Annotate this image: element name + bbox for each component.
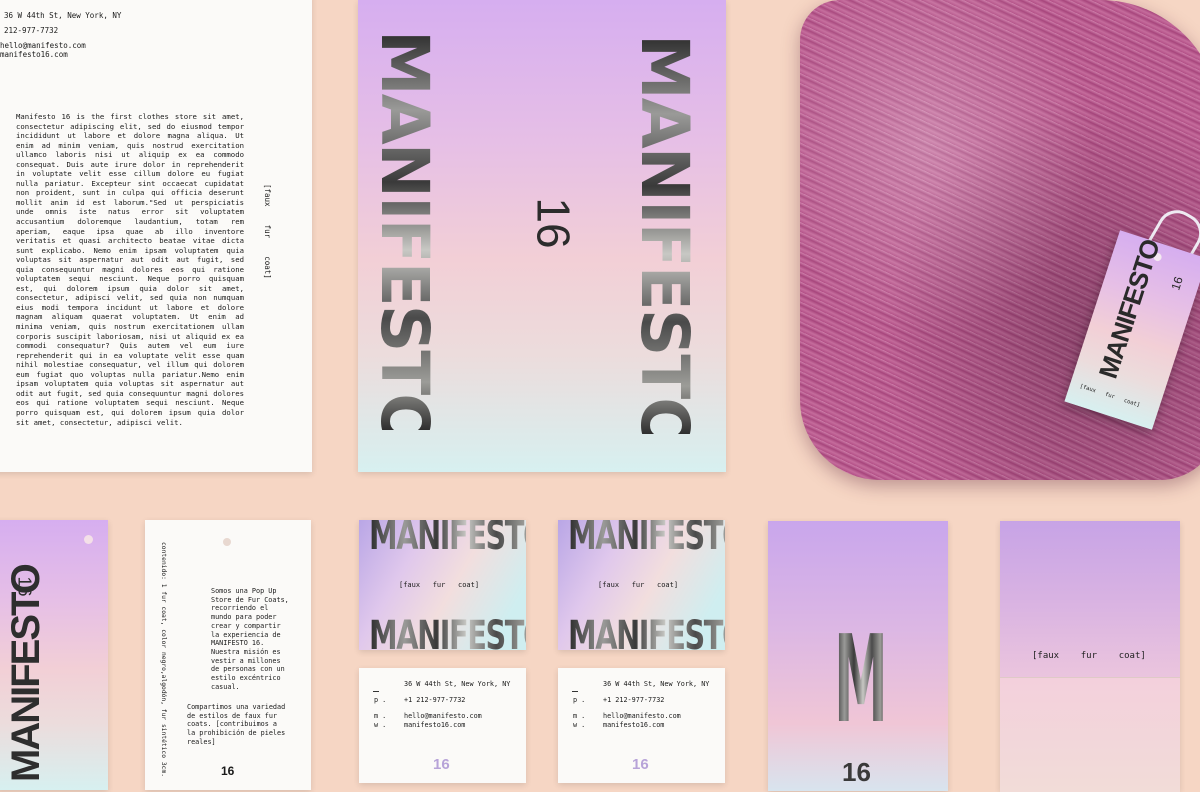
hangtag-tagline: [faux fur coat]: [1078, 383, 1141, 409]
vertical-tag: MANIFESTO 16: [0, 520, 108, 790]
letterhead: 36 W 44th St, New York, NY 212-977-7732 …: [0, 0, 312, 472]
folder: [faux fur coat]: [1000, 521, 1180, 792]
letterhead-address: 36 W 44th St, New York, NY: [4, 11, 122, 20]
poster-wordmark-left: MANIFESTO: [366, 30, 443, 448]
back-tag-paragraph-1: Somos una Pop Up Store de Fur Coats, rec…: [211, 587, 289, 691]
card-front-1-wordmark-bottom: MANIFESTO: [369, 614, 526, 650]
card-back-1-number: 16: [433, 756, 450, 773]
card-front-1-tagline: [faux fur coat]: [399, 581, 480, 589]
card-back-2-address: 36 W 44th St, New York, NY: [603, 680, 710, 688]
card-front-2-tagline: [faux fur coat]: [598, 581, 679, 589]
card-back-1-w-label: w .: [374, 721, 387, 729]
card-back-1-dash: [373, 691, 379, 692]
card-back-2-number: 16: [632, 756, 649, 773]
card-back-1-web: manifesto16.com: [404, 721, 466, 729]
vertical-tag-number: 16: [14, 576, 35, 597]
card-front-2-wordmark-top: MANIFESTO: [568, 520, 725, 558]
card-back-2-p-label: p .: [573, 696, 586, 704]
tall-card-letter: M: [834, 611, 888, 750]
tall-card-number: 16: [842, 757, 871, 787]
tall-card: M 16: [768, 521, 948, 791]
poster-number: 16: [527, 197, 580, 249]
card-back-2-email: hello@manifesto.com: [603, 712, 681, 720]
vertical-tag-wordmark: MANIFESTO: [4, 565, 48, 782]
poster-wordmark-right: MANIFESTO: [626, 34, 703, 452]
folder-tagline: [faux fur coat]: [1032, 651, 1146, 661]
card-front-1: MANIFESTO [faux fur coat] MANIFESTO: [359, 520, 526, 650]
card-back-1-phone: +1 212-977-7732: [404, 696, 466, 704]
card-back-1: 36 W 44th St, New York, NY p . +1 212-97…: [359, 668, 526, 783]
card-back-1-p-label: p .: [374, 696, 387, 704]
back-tag: contenido: 1 fur coat, color negro,algod…: [145, 520, 311, 790]
card-back-1-address: 36 W 44th St, New York, NY: [404, 680, 511, 688]
back-tag-side-text: contenido: 1 fur coat, color negro,algod…: [160, 542, 167, 778]
card-back-1-m-label: m .: [374, 712, 387, 720]
card-back-2-phone: +1 212-977-7732: [603, 696, 665, 704]
card-back-2-w-label: w .: [573, 721, 586, 729]
card-front-1-wordmark-top: MANIFESTO: [369, 520, 526, 558]
card-back-1-email: hello@manifesto.com: [404, 712, 482, 720]
poster: MANIFESTO 16 MANIFESTO: [358, 0, 726, 472]
card-front-2-wordmark-bottom: MANIFESTO: [568, 614, 725, 650]
hangtag-number: 16: [1168, 274, 1186, 292]
folder-flap: [1000, 677, 1180, 792]
vertical-tag-hole: [84, 535, 93, 544]
letterhead-phone: 212-977-7732: [4, 26, 59, 35]
letterhead-tagline: [faux fur coat]: [263, 184, 272, 279]
card-front-2: MANIFESTO [faux fur coat] MANIFESTO: [558, 520, 725, 650]
back-tag-paragraph-2: Compartimos una variedad de estilos de f…: [187, 703, 286, 746]
card-back-2-web: manifesto16.com: [603, 721, 665, 729]
letterhead-body: Manifesto 16 is the first clothes store …: [16, 112, 244, 427]
card-back-2: 36 W 44th St, New York, NY p . +1 212-97…: [558, 668, 725, 783]
letterhead-web: manifesto16.com: [0, 50, 68, 59]
card-back-2-dash: [572, 691, 578, 692]
card-back-2-m-label: m .: [573, 712, 586, 720]
back-tag-hole: [223, 538, 231, 546]
